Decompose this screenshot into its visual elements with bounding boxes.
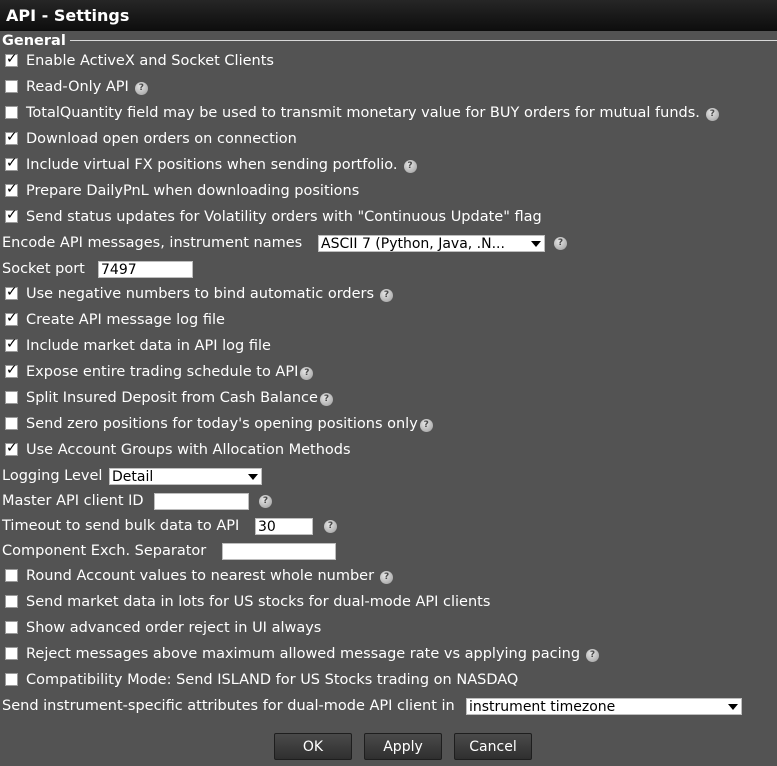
label-encode: Encode API messages, instrument names xyxy=(2,235,303,251)
checkmark-icon: ✓ xyxy=(6,440,18,456)
label-order-reject: Show advanced order reject in UI always xyxy=(26,620,322,636)
instrument-attrs-value: instrument timezone xyxy=(469,699,616,715)
label-trading-schedule: Expose entire trading schedule to API xyxy=(26,364,299,380)
label-market-data-log: Include market data in API log file xyxy=(26,338,271,354)
label-market-lots: Send market data in lots for US stocks f… xyxy=(26,594,491,610)
checkbox-compat-mode[interactable] xyxy=(5,673,18,686)
checkbox-volatility[interactable]: ✓ xyxy=(5,207,18,223)
checkmark-icon: ✓ xyxy=(6,155,18,171)
label-account-groups: Use Account Groups with Allocation Metho… xyxy=(26,442,351,458)
encode-select[interactable]: ASCII 7 (Python, Java, .N... xyxy=(318,235,545,252)
label-volatility: Send status updates for Volatility order… xyxy=(26,209,542,225)
checkbox-activex[interactable]: ✓ xyxy=(5,51,18,67)
checkbox-market-lots[interactable] xyxy=(5,595,18,608)
dropdown-arrow-icon xyxy=(248,474,258,480)
help-icon[interactable]: ? xyxy=(134,82,148,95)
label-compat-mode: Compatibility Mode: Send ISLAND for US S… xyxy=(26,672,519,688)
ok-button[interactable]: OK xyxy=(274,733,352,760)
checkmark-icon: ✓ xyxy=(6,362,18,378)
label-round-values: Round Account values to nearest whole nu… xyxy=(26,568,375,584)
checkmark-icon: ✓ xyxy=(6,336,18,352)
help-icon[interactable]: ? xyxy=(554,237,567,250)
instrument-attrs-select[interactable]: instrument timezone xyxy=(466,698,742,715)
checkmark-icon: ✓ xyxy=(6,310,18,326)
help-icon[interactable]: ? xyxy=(259,495,272,508)
checkmark-icon: ✓ xyxy=(6,181,18,197)
checkbox-insured-deposit[interactable] xyxy=(5,391,18,404)
checkbox-negative-numbers[interactable]: ✓ xyxy=(5,284,18,300)
help-icon[interactable]: ? xyxy=(705,108,719,121)
logging-level-select[interactable]: Detail xyxy=(109,468,262,485)
label-insured-deposit: Split Insured Deposit from Cash Balance xyxy=(26,390,318,406)
checkbox-log-file[interactable]: ✓ xyxy=(5,310,18,326)
timeout-input[interactable]: 30 xyxy=(255,518,313,535)
checkbox-daily-pnl[interactable]: ✓ xyxy=(5,181,18,197)
help-icon[interactable]: ? xyxy=(380,571,394,584)
checkbox-market-data-log[interactable]: ✓ xyxy=(5,336,18,352)
checkbox-trading-schedule[interactable]: ✓ xyxy=(5,362,18,378)
label-virtual-fx: Include virtual FX positions when sendin… xyxy=(26,157,398,173)
label-activex: Enable ActiveX and Socket Clients xyxy=(26,53,274,69)
checkbox-virtual-fx[interactable]: ✓ xyxy=(5,155,18,171)
help-icon[interactable]: ? xyxy=(586,649,600,662)
logging-level-value: Detail xyxy=(112,469,154,485)
checkbox-download-orders[interactable]: ✓ xyxy=(5,129,18,145)
encode-value: ASCII 7 (Python, Java, .N... xyxy=(321,236,505,252)
help-icon[interactable]: ? xyxy=(419,419,433,432)
checkbox-totalqty[interactable] xyxy=(5,106,18,119)
checkmark-icon: ✓ xyxy=(6,284,18,300)
checkmark-icon: ✓ xyxy=(6,207,18,223)
checkbox-account-groups[interactable]: ✓ xyxy=(5,440,18,456)
checkbox-round-values[interactable] xyxy=(5,569,18,582)
apply-button[interactable]: Apply xyxy=(364,733,442,760)
cancel-button[interactable]: Cancel xyxy=(454,733,532,760)
checkmark-icon: ✓ xyxy=(6,51,18,67)
help-icon[interactable]: ? xyxy=(319,393,333,406)
label-logging-level: Logging Level xyxy=(2,468,103,484)
label-master-client: Master API client ID xyxy=(2,493,144,509)
checkbox-order-reject[interactable] xyxy=(5,621,18,634)
master-client-input[interactable] xyxy=(154,493,249,510)
dropdown-arrow-icon xyxy=(531,241,541,247)
label-totalqty: TotalQuantity field may be used to trans… xyxy=(26,105,700,121)
label-reject-messages: Reject messages above maximum allowed me… xyxy=(26,646,581,662)
label-log-file: Create API message log file xyxy=(26,312,225,328)
help-icon[interactable]: ? xyxy=(403,160,417,173)
label-zero-positions: Send zero positions for today's opening … xyxy=(26,416,418,432)
label-negative-numbers: Use negative numbers to bind automatic o… xyxy=(26,286,375,302)
window-title: API - Settings xyxy=(0,0,777,31)
label-download-orders: Download open orders on connection xyxy=(26,131,297,147)
checkbox-readonly[interactable] xyxy=(5,80,18,93)
help-icon[interactable]: ? xyxy=(380,289,394,302)
label-instrument-attrs: Send instrument-specific attributes for … xyxy=(2,698,455,714)
help-icon[interactable]: ? xyxy=(300,367,314,380)
label-timeout: Timeout to send bulk data to API xyxy=(2,518,240,534)
separator-input[interactable] xyxy=(222,543,336,560)
label-separator: Component Exch. Separator xyxy=(2,543,207,559)
row-encode: Encode API messages, instrument names AS… xyxy=(0,230,777,256)
help-icon[interactable]: ? xyxy=(324,520,337,533)
checkbox-zero-positions[interactable] xyxy=(5,417,18,430)
dropdown-arrow-icon xyxy=(728,704,738,710)
section-divider xyxy=(70,40,777,41)
checkmark-icon: ✓ xyxy=(6,129,18,145)
socket-port-input[interactable]: 7497 xyxy=(98,261,193,278)
checkbox-reject-messages[interactable] xyxy=(5,647,18,660)
label-socket-port: Socket port xyxy=(2,261,85,277)
label-readonly: Read-Only API xyxy=(26,79,129,95)
label-daily-pnl: Prepare DailyPnL when downloading positi… xyxy=(26,183,360,199)
